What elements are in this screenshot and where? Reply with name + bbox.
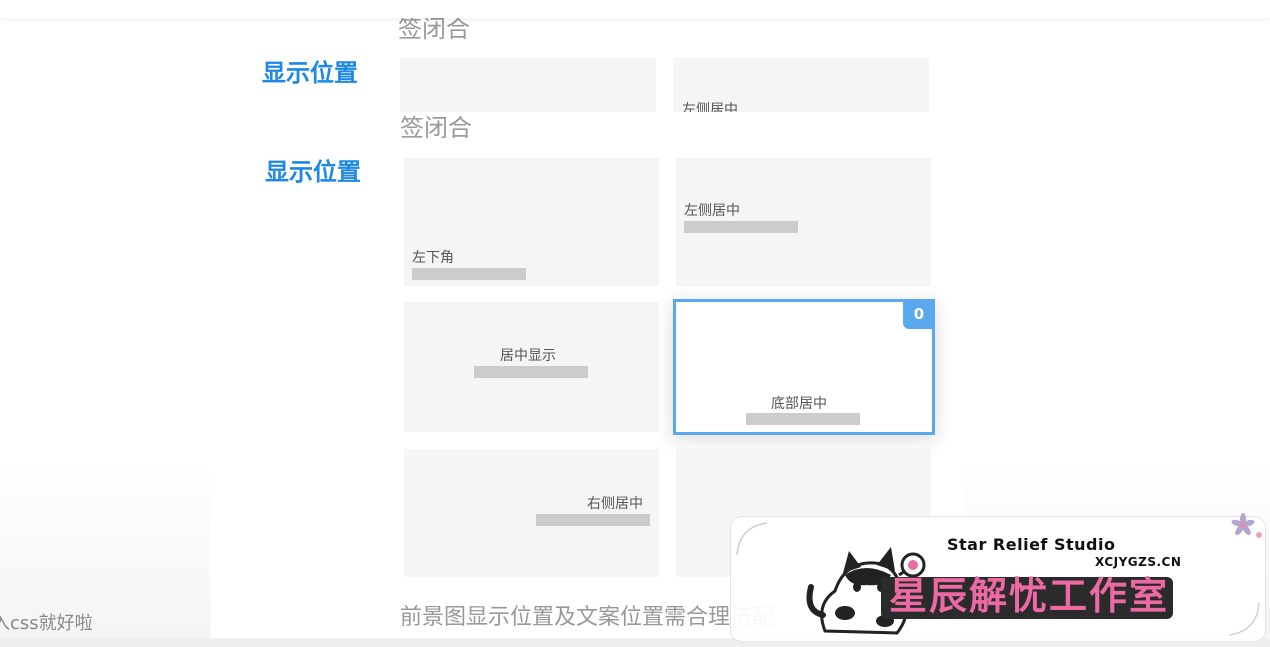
left-hint-text: 入css就好啦 (0, 613, 93, 634)
option-label: 左下角 (412, 250, 454, 266)
corner-swoosh-icon (1228, 602, 1260, 636)
position-option-left-center[interactable]: 左侧居中 (676, 158, 931, 286)
display-position-label: 显示位置 (265, 158, 361, 186)
footer-note: 前景图显示位置及文案位置需合理搭配 (400, 605, 775, 630)
position-option-bottom-center[interactable]: 0 底部居中 (673, 299, 935, 435)
option-label: 居中显示 (500, 348, 556, 364)
option-label: 左侧居中 (684, 203, 740, 219)
text-placeholder-bar (412, 268, 526, 280)
position-option-bottom-left[interactable]: 左下角 (404, 158, 659, 286)
text-placeholder-bar (684, 221, 798, 233)
flower-icon (1231, 513, 1262, 538)
position-option-center[interactable]: 居中显示 (404, 302, 659, 432)
position-option-right-center[interactable]: 右侧居中 (404, 449, 659, 577)
studio-domain: XCJYGZS.CN (1095, 555, 1182, 569)
display-position-label: 显示位置 (262, 59, 358, 87)
section-heading-fragment: 签闭合 (400, 114, 472, 142)
section-heading-fragment: 签闭合 (398, 15, 470, 43)
text-placeholder-bar (474, 366, 588, 378)
studio-name-cn: 星辰解忧工作室 (889, 574, 1170, 618)
option-label: 左侧居中 (682, 102, 738, 112)
option-label: 底部居中 (771, 396, 827, 412)
studio-name-en: Star Relief Studio (947, 535, 1116, 554)
corner-swoosh-icon (736, 522, 768, 556)
text-placeholder-bar (746, 413, 860, 425)
text-placeholder-bar (536, 514, 650, 526)
studio-watermark: Star Relief Studio XCJYGZS.CN 星辰解忧工作室 (730, 513, 1266, 642)
position-option-card-preview[interactable]: 左侧居中 (673, 58, 929, 112)
top-bar (0, 0, 1270, 18)
selected-badge: 0 (903, 299, 935, 329)
position-option-card-preview[interactable] (400, 58, 656, 112)
option-label: 右侧居中 (587, 496, 643, 512)
